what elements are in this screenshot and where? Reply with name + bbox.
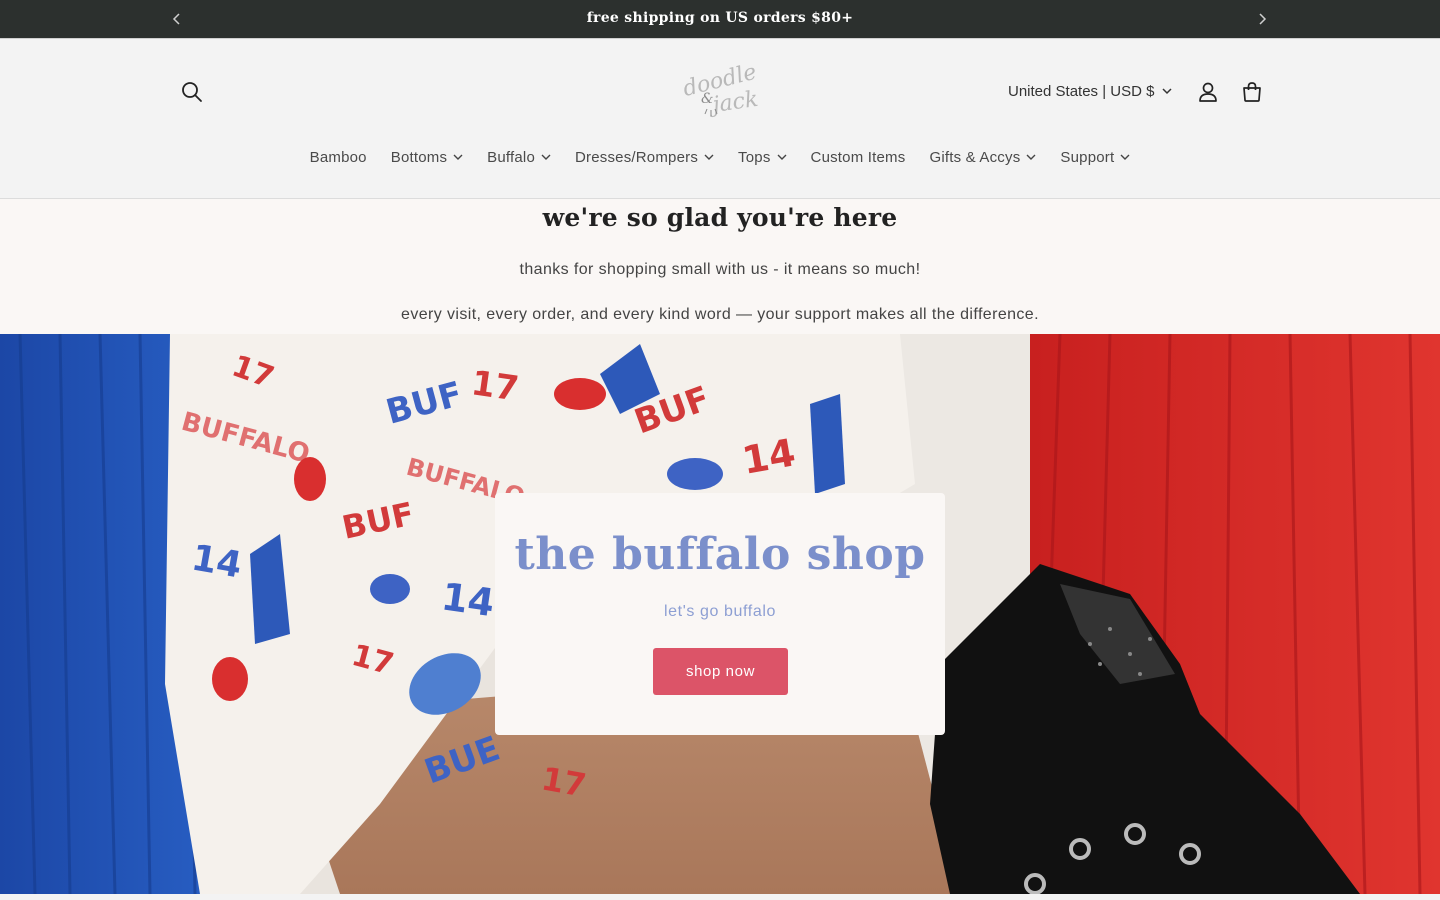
chevron-down-icon	[1162, 87, 1172, 94]
page-bottom-edge	[0, 894, 1440, 900]
main-navigation: Bamboo Bottoms Buffalo Dresses/Rompers T…	[0, 142, 1440, 172]
welcome-text-line2: every visit, every order, and every kind…	[401, 306, 1039, 323]
nav-item-buffalo[interactable]: Buffalo	[475, 149, 563, 166]
nav-item-custom-items[interactable]: Custom Items	[799, 149, 918, 166]
announcement-text: free shipping on US orders $80+	[586, 10, 854, 26]
account-button[interactable]	[1194, 78, 1222, 106]
svg-text:14: 14	[739, 430, 799, 483]
cart-icon	[1243, 82, 1261, 102]
svg-text:17: 17	[469, 363, 521, 409]
svg-text:14: 14	[188, 537, 244, 586]
welcome-heading: we're so glad you're here	[542, 203, 898, 232]
nav-item-label: Support	[1060, 148, 1115, 166]
chevron-down-icon	[541, 154, 551, 160]
hero-card: the buffalo shop let's go buffalo shop n…	[495, 493, 945, 735]
chevron-down-icon	[1026, 154, 1036, 160]
nav-item-label: Dresses/Rompers	[575, 148, 699, 166]
cart-button[interactable]	[1238, 78, 1266, 106]
nav-item-label: Buffalo	[487, 148, 535, 166]
search-icon	[182, 82, 202, 102]
chevron-down-icon	[704, 154, 714, 160]
svg-text:14: 14	[439, 574, 497, 625]
nav-item-label: Gifts & Accys	[929, 148, 1021, 166]
chevron-down-icon	[453, 154, 463, 160]
hero-title: the buffalo shop	[514, 529, 926, 580]
shop-now-button[interactable]: shop now	[653, 648, 788, 695]
announcement-bar: free shipping on US orders $80+	[0, 0, 1440, 39]
nav-item-bamboo[interactable]: Bamboo	[298, 149, 379, 166]
chevron-right-icon	[1259, 13, 1267, 25]
search-button[interactable]	[178, 78, 206, 106]
chevron-down-icon	[777, 154, 787, 160]
nav-item-tops[interactable]: Tops	[726, 149, 799, 166]
nav-item-label: Tops	[738, 148, 771, 166]
hero-subtitle: let's go buffalo	[664, 603, 776, 620]
country-currency-selector[interactable]: United States | USD $	[1008, 79, 1172, 103]
nav-item-label: Bamboo	[309, 148, 367, 166]
site-header: doodle & jack United States | USD $ Bamb…	[0, 39, 1440, 199]
nav-item-dresses-rompers[interactable]: Dresses/Rompers	[563, 149, 726, 166]
welcome-text-line1: thanks for shopping small with us - it m…	[519, 261, 921, 278]
nav-item-bottoms[interactable]: Bottoms	[379, 149, 475, 166]
country-currency-label: United States | USD $	[1008, 82, 1155, 100]
account-icon	[1199, 82, 1217, 102]
announcement-next-button[interactable]	[1252, 9, 1272, 29]
nav-item-label: Custom Items	[810, 148, 906, 166]
logo-mark: doodle & jack	[681, 65, 760, 119]
nav-item-label: Bottoms	[390, 148, 448, 166]
welcome-section: we're so glad you're here thanks for sho…	[0, 199, 1440, 334]
chevron-down-icon	[1120, 154, 1130, 160]
site-logo[interactable]: doodle & jack	[665, 65, 775, 121]
svg-text:17: 17	[539, 759, 589, 804]
hero-banner: BUF 17 BUF 14 14 BUF 14 BUE 17 BUFFALO B…	[0, 334, 1440, 894]
nav-item-support[interactable]: Support	[1048, 149, 1142, 166]
nav-item-gifts-accys[interactable]: Gifts & Accys	[917, 149, 1048, 166]
